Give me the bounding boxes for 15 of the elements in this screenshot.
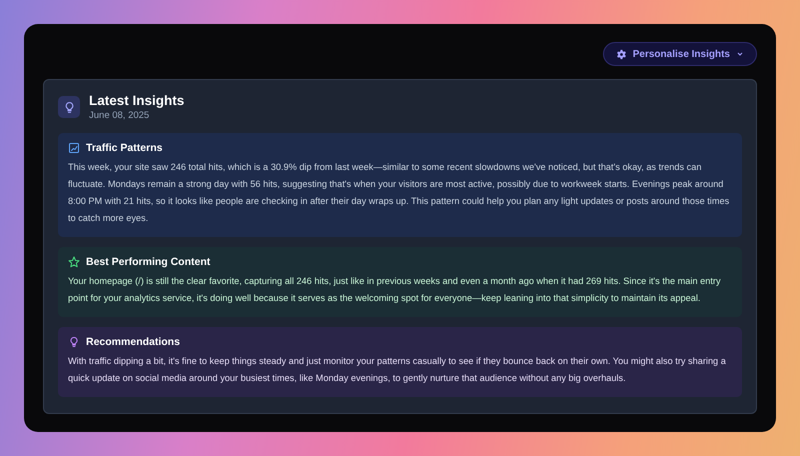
- lightbulb-icon: [58, 96, 80, 118]
- section-text: With traffic dipping a bit, it's fine to keep things steady and just monitor your patterns casually to see if they bounce back on their own. You might also try sharing a quick update on social media around your busiest times, like Monday evenings, to gently nurture that audience without any big overhauls.: [68, 355, 727, 385]
- chevron-down-icon: [736, 50, 744, 58]
- section-title: Best Performing Content: [86, 256, 210, 268]
- section-text: Your homepage (/) is still the clear favorite, capturing all 246 hits, just like in previous weeks and even a month ago when it had 269 hits. Since it's the main entry point for your analytics service, it's doing well because it serves as the welcoming spot for everyone—keep leaning into that simplicity to maintain its appeal.: [68, 275, 722, 305]
- section-title: Traffic Patterns: [86, 142, 162, 154]
- section-text: This week, your site saw 246 total hits, which is a 30.9% dip from last week—similar to some recent slowdowns we've noticed, but that's okay, as trends can fluctuate. Mondays remain a strong day with 56 hits, suggesting that's when your visitors are most active, possibly due to workweek starts. Evenings peak around 8:00 PM with 21 hits, so it looks like people are checking in after their day wraps up. This pattern could help you plan any light updates or posts around those times to catch more eyes.: [68, 161, 730, 225]
- settings-icon: [616, 48, 627, 60]
- card-date: June 08, 2025: [89, 110, 150, 121]
- star-icon: [68, 256, 80, 268]
- chart-icon: [68, 142, 80, 154]
- lightbulb-icon: [68, 336, 80, 348]
- personalise-button[interactable]: Personalise Insights: [602, 42, 757, 66]
- card-title: Latest Insights: [89, 93, 184, 108]
- section-title: Recommendations: [86, 336, 180, 348]
